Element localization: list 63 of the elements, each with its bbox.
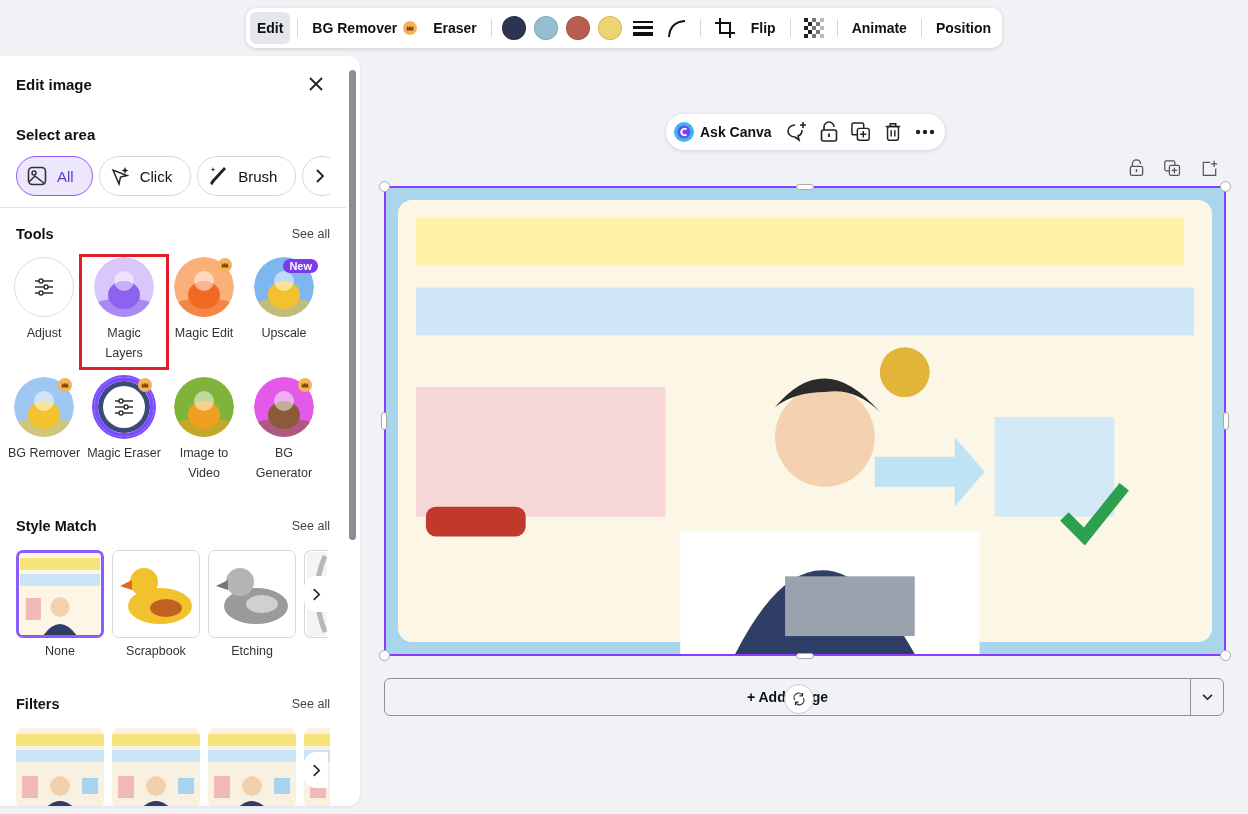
magic-brush-icon (208, 166, 229, 186)
resize-handle[interactable] (1223, 412, 1229, 430)
scroll-right-button[interactable] (302, 156, 330, 196)
panel-title: Edit image (16, 75, 92, 93)
section-heading: Style Match (16, 518, 97, 534)
duplicate-icon[interactable] (1164, 159, 1181, 177)
tool-button[interactable]: BG Generator (244, 374, 324, 490)
comment-icon[interactable] (784, 121, 807, 143)
section-heading: Select area (16, 126, 97, 143)
cursor-sparkle-icon (109, 166, 130, 186)
lock-icon[interactable] (1129, 159, 1144, 177)
line-weight-icon[interactable] (632, 20, 653, 36)
style-label: None (45, 644, 75, 658)
color-swatch[interactable] (501, 16, 526, 40)
resize-handle[interactable] (1220, 181, 1231, 192)
tool-button[interactable]: Magic Eraser (84, 374, 164, 490)
chevron-right-icon (315, 169, 326, 183)
resize-handle[interactable] (796, 653, 814, 659)
toolbar-button[interactable]: Animate (844, 12, 914, 44)
new-badge: New (283, 259, 318, 273)
chevron-right-icon (311, 763, 321, 777)
select-area-chip[interactable]: Brush (197, 156, 297, 196)
color-swatch[interactable] (533, 16, 558, 40)
duplicate-icon[interactable] (850, 122, 871, 142)
select-area-chip[interactable]: Click (98, 156, 192, 196)
image-icon (27, 166, 47, 186)
section-heading: Tools (16, 226, 54, 242)
toolbar-button[interactable]: Edit (249, 12, 291, 44)
select-area-chip[interactable]: All (16, 156, 93, 196)
more-icon[interactable] (914, 129, 935, 135)
rotate-handle-icon[interactable] (783, 684, 814, 714)
logo (674, 122, 694, 142)
tool-button[interactable]: New Upscale (244, 254, 324, 370)
tool-button[interactable]: Magic Layers (79, 254, 169, 370)
trash-icon[interactable] (883, 122, 902, 142)
crop-icon[interactable] (713, 17, 736, 39)
see-all-link[interactable]: See all (291, 697, 330, 711)
see-all-link[interactable]: See all (291, 227, 330, 241)
resize-handle[interactable] (379, 650, 390, 661)
ask-canva-button[interactable]: Ask Canva (674, 122, 772, 142)
toolbar-button[interactable]: Eraser (426, 12, 484, 44)
section-heading: Filters (16, 696, 60, 712)
tool-button[interactable]: Image to Video (164, 374, 244, 490)
chevron-right-icon (311, 587, 321, 601)
corner-rounding-icon[interactable] (666, 18, 687, 38)
tool-button[interactable]: BG Remover (4, 374, 84, 490)
style-label: Scrapbook (126, 644, 186, 658)
style-label: Etching (231, 644, 273, 658)
lock-icon[interactable] (819, 121, 838, 143)
resize-handle[interactable] (381, 412, 387, 430)
toolbar-button[interactable]: Flip (743, 12, 783, 44)
color-swatch[interactable] (597, 16, 622, 40)
color-swatch[interactable] (565, 16, 590, 40)
resize-handle[interactable] (796, 184, 814, 190)
transparency-icon[interactable] (803, 18, 824, 38)
resize-handle[interactable] (379, 181, 390, 192)
resize-handle[interactable] (1220, 650, 1231, 661)
toolbar-button[interactable]: Position (928, 12, 999, 44)
scroll-right-button[interactable] (304, 752, 328, 788)
add-page-icon[interactable] (1201, 159, 1218, 177)
see-all-link[interactable]: See all (291, 519, 330, 533)
scroll-right-button[interactable] (304, 576, 328, 612)
toolbar-button[interactable]: BG Remover (305, 12, 425, 44)
